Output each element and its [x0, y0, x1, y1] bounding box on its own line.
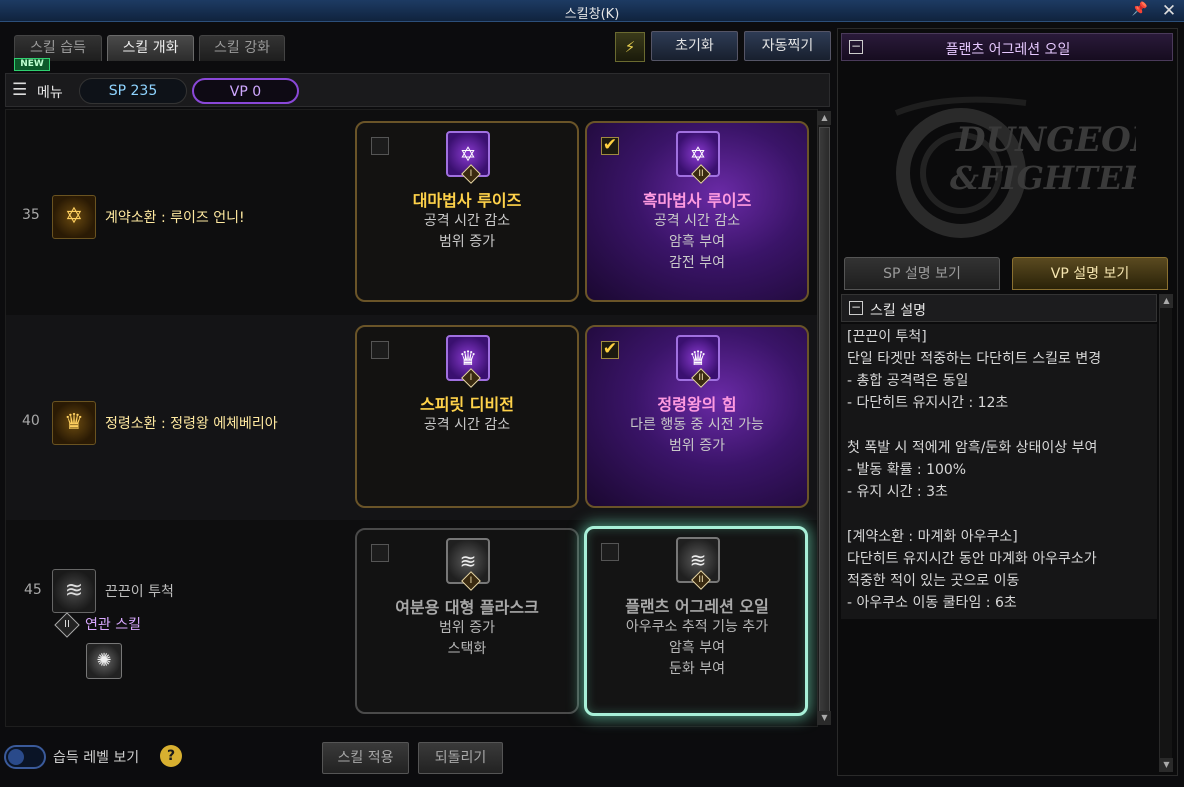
pin-icon[interactable]: 📌 — [1130, 2, 1150, 20]
bloom-card-1[interactable]: ♛ I 스피릿 디비전 공격 시간 감소 — [355, 325, 579, 508]
bloom-icon-crown: ♛ I — [446, 335, 490, 388]
sp-counter: SP 235 — [79, 78, 187, 104]
bloom-desc: 공격 시간 감소 범위 증가 — [423, 213, 511, 250]
bloom-title: 플랜츠 어그레션 오일 — [625, 597, 769, 616]
description-line: [계약소환 : 마계화 아우쿠소] — [847, 529, 1018, 545]
skill-name: 계약소환 : 루이즈 언니! — [105, 210, 245, 226]
bloom-checkbox-checked[interactable]: ✔ — [601, 137, 619, 155]
skill-window: 스킬창(K) 📌 ✕ 스킬 습득 스킬 개화 스킬 강화 NEW ⚡ 초기화 자… — [0, 0, 1184, 787]
scroll-up-icon[interactable]: ▲ — [818, 111, 831, 125]
bloom-checkbox[interactable] — [371, 341, 389, 359]
skill-name: 정령소환 : 정령왕 에체베리아 — [105, 416, 278, 432]
tab-skill-enhance[interactable]: 스킬 강화 — [199, 35, 285, 61]
description-line: - 총합 공격력은 동일 — [847, 373, 969, 389]
title-bar[interactable]: 스킬창(K) 📌 ✕ — [0, 0, 1184, 22]
detail-title-bar: − 플랜츠 어그레션 오일 — [841, 33, 1173, 61]
svg-text:DUNGEON: DUNGEON — [955, 120, 1136, 160]
bloom-title: 스피릿 디비전 — [420, 395, 514, 414]
bloom-card-1[interactable]: ✡ I 대마법사 루이즈 공격 시간 감소 범위 증가 — [355, 121, 579, 302]
skill-row: 40 ♛ 정령소환 : 정령왕 에체베리아 ♛ I 스피릿 디비전 공격 시간 감… — [6, 315, 817, 520]
bloom-checkbox-checked[interactable]: ✔ — [601, 341, 619, 359]
bloom-desc: 아우쿠소 추적 기능 추가 암흑 부여 둔화 부여 — [625, 619, 769, 677]
vp-counter: VP 0 — [192, 78, 299, 104]
bloom-checkbox[interactable] — [601, 543, 619, 561]
description-line: 적중한 적이 있는 곳으로 이동 — [847, 573, 1020, 589]
reset-button[interactable]: 초기화 — [651, 31, 738, 61]
bloom-desc: 다른 행동 중 시전 가능 범위 증가 — [630, 417, 764, 454]
bloom-card-1[interactable]: ≋ I 여분용 대형 플라스크 범위 증가 스택화 — [355, 528, 579, 714]
bloom-icon-flask: ≋ I — [446, 538, 490, 591]
skill-list: 35 ✡ 계약소환 : 루이즈 언니! ✡ I 대마법사 루이즈 공격 시간 감소… — [5, 109, 818, 727]
scroll-down-icon[interactable]: ▼ — [818, 711, 831, 725]
scroll-down-icon[interactable]: ▼ — [1160, 758, 1173, 772]
bloom-icon-oil: ≋ II — [676, 537, 720, 590]
bloom-card-2-selected[interactable]: ≋ II 플랜츠 어그레션 오일 아우쿠소 추적 기능 추가 암흑 부여 둔화 부… — [584, 526, 808, 716]
scroll-thumb[interactable] — [819, 127, 830, 715]
detail-title: 플랜츠 어그레션 오일 — [945, 42, 1071, 58]
description-line: - 발동 확률 : 100% — [847, 462, 967, 478]
skill-icon-spirit-king[interactable]: ♛ — [52, 401, 96, 445]
bloom-icon-hexagram: ✡ I — [446, 131, 490, 184]
bloom-desc: 공격 시간 감소 — [423, 417, 511, 433]
help-icon[interactable]: ? — [160, 745, 182, 767]
revert-button[interactable]: 되돌리기 — [418, 742, 503, 774]
skill-shortcut-icon[interactable]: ⚡ — [615, 32, 645, 62]
skill-icon-sticky-throw[interactable]: ≋ — [52, 569, 96, 613]
description-line: - 아우쿠소 이동 쿨타임 : 6초 — [847, 595, 1017, 611]
bloom-card-2[interactable]: ✔ ✡ II 흑마법사 루이즈 공격 시간 감소 암흑 부여 감전 부여 — [585, 121, 809, 302]
tab-sp-description[interactable]: SP 설명 보기 — [844, 257, 1000, 290]
show-learn-level-label: 습득 레벨 보기 — [53, 750, 140, 766]
skill-icon-contract-summon[interactable]: ✡ — [52, 195, 96, 239]
show-learn-level-toggle[interactable] — [4, 745, 46, 769]
tab-skill-bloom[interactable]: 스킬 개화 — [107, 35, 194, 61]
collapse-icon[interactable]: − — [849, 301, 863, 315]
window-title: 스킬창(K) — [564, 7, 620, 22]
auto-assign-button[interactable]: 자동찍기 — [744, 31, 831, 61]
bloom-desc: 공격 시간 감소 암흑 부여 감전 부여 — [653, 213, 741, 271]
related-skill-label[interactable]: 연관 스킬 — [85, 614, 141, 634]
skill-level: 35 — [22, 207, 40, 223]
bloom-icon-crown: ♛ II — [676, 335, 720, 388]
dungeon-fighter-logo: DUNGEON &FIGHTER — [894, 96, 1136, 238]
menu-bar: ☰ 메뉴 SP 235 VP 0 — [5, 73, 830, 107]
description-line: - 다단히트 유지시간 : 12초 — [847, 395, 1009, 411]
skill-name: 끈끈이 투척 — [105, 584, 174, 600]
bloom-icon-hexagram: ✡ II — [676, 131, 720, 184]
skill-level: 40 — [22, 413, 40, 429]
skill-list-scrollbar[interactable]: ▲ ▼ — [817, 111, 831, 725]
description-line: - 유지 시간 : 3초 — [847, 484, 948, 500]
bloom-desc: 범위 증가 스택화 — [439, 620, 495, 657]
svg-text:&FIGHTER: &FIGHTER — [950, 159, 1136, 197]
detail-panel: − 플랜츠 어그레션 오일 DUNGEON &FIGHTER SP 설명 보기 … — [837, 28, 1178, 776]
related-skill-icon[interactable]: ✺ — [86, 643, 122, 679]
menu-label[interactable]: 메뉴 — [37, 82, 63, 102]
description-line: 단일 타겟만 적중하는 다단히트 스킬로 변경 — [847, 351, 1102, 367]
bloom-checkbox[interactable] — [371, 544, 389, 562]
description-body: [끈끈이 투척] 단일 타겟만 적중하는 다단히트 스킬로 변경 - 총합 공격… — [841, 324, 1157, 619]
close-icon[interactable]: ✕ — [1158, 0, 1180, 22]
description-scrollbar[interactable]: ▲ ▼ — [1159, 294, 1173, 772]
tab-vp-description[interactable]: VP 설명 보기 — [1012, 257, 1168, 290]
bloom-title: 여분용 대형 플라스크 — [395, 598, 539, 617]
bloom-title: 흑마법사 루이즈 — [642, 191, 752, 210]
bloom-checkbox[interactable] — [371, 137, 389, 155]
description-line: [끈끈이 투척] — [847, 329, 927, 345]
description-header-label: 스킬 설명 — [870, 303, 926, 319]
bloom-card-2[interactable]: ✔ ♛ II 정령왕의 힘 다른 행동 중 시전 가능 범위 증가 — [585, 325, 809, 508]
skill-row: 35 ✡ 계약소환 : 루이즈 언니! ✡ I 대마법사 루이즈 공격 시간 감소… — [6, 110, 817, 315]
menu-icon[interactable]: ☰ — [12, 81, 32, 99]
bloom-title: 정령왕의 힘 — [657, 395, 737, 414]
description-line: 다단히트 유지시간 동안 마계화 아우쿠소가 — [847, 551, 1097, 567]
description-header: − 스킬 설명 — [841, 294, 1157, 322]
skill-level: 45 — [24, 582, 42, 598]
apply-skill-button[interactable]: 스킬 적용 — [322, 742, 409, 774]
scroll-up-icon[interactable]: ▲ — [1160, 294, 1173, 308]
new-badge: NEW — [14, 58, 50, 71]
bloom-title: 대마법사 루이즈 — [412, 191, 522, 210]
description-line: 첫 폭발 시 적에게 암흑/둔화 상태이상 부여 — [847, 440, 1098, 456]
